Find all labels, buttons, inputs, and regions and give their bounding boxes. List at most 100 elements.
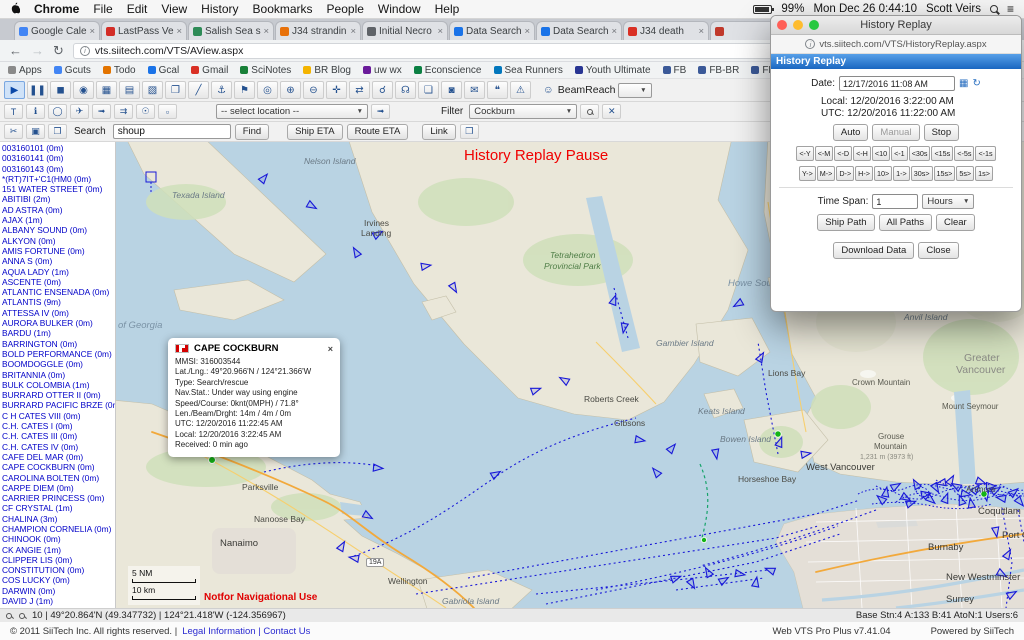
- vessel-list-item[interactable]: ASCENTE (0m): [2, 277, 115, 287]
- vessel-list-item[interactable]: C.H. CATES III (0m): [2, 431, 115, 441]
- footer-links[interactable]: Legal Information | Contact Us: [182, 626, 310, 637]
- plane-icon[interactable]: ✈: [70, 104, 89, 119]
- mail-icon[interactable]: ✉: [464, 81, 485, 99]
- vessel-list-item[interactable]: AD ASTRA (0m): [2, 205, 115, 215]
- step-back-h[interactable]: <-H: [853, 146, 871, 161]
- vessel-list-item[interactable]: ATLANTIS (9m): [2, 297, 115, 307]
- vessel-list-item[interactable]: COS LUCKY (0m): [2, 575, 115, 585]
- goto-location-icon[interactable]: ➟: [371, 104, 390, 119]
- menu-item-help[interactable]: Help: [435, 2, 460, 16]
- bell-icon[interactable]: ☊: [395, 81, 416, 99]
- calendar-icon[interactable]: ▦: [959, 78, 968, 89]
- warning-icon[interactable]: ⚠: [510, 81, 531, 99]
- cut-icon[interactable]: ✂: [4, 124, 23, 139]
- vessel-list-item[interactable]: CHAMPION CORNELIA (0m): [2, 524, 115, 534]
- menu-item-view[interactable]: View: [161, 2, 187, 16]
- vessel-list-item[interactable]: ANNA S (0m): [2, 256, 115, 266]
- vessel-list-item[interactable]: DAVID J (1m): [2, 596, 115, 606]
- replay-close[interactable]: Close: [918, 242, 958, 259]
- play-icon[interactable]: ▶: [4, 81, 25, 99]
- step-back-m[interactable]: <-M: [815, 146, 834, 161]
- vessel-list-item[interactable]: 003160143 (0m): [2, 164, 115, 174]
- step-forward-1[interactable]: 1->: [893, 166, 910, 181]
- browser-tab[interactable]: J34 strandin×: [275, 21, 361, 40]
- browser-tab[interactable]: Initial Necro×: [362, 21, 448, 40]
- bookmark-youth-ultimate[interactable]: Youth Ultimate: [575, 65, 651, 76]
- vessel-list-item[interactable]: 151 WATER STREET (0m): [2, 184, 115, 194]
- vessel-list-item[interactable]: BURRARD OTTER II (0m): [2, 390, 115, 400]
- search-input[interactable]: shoup: [113, 124, 231, 139]
- vessel-list-item[interactable]: CLIPPER LIS (0m): [2, 555, 115, 565]
- vessel-list-item[interactable]: BOLD PERFORMANCE (0m): [2, 349, 115, 359]
- vessel-list-item[interactable]: 003160101 (0m): [2, 143, 115, 153]
- replay-mode-stop[interactable]: Stop: [924, 124, 960, 141]
- browser-tab[interactable]: Data Search×: [449, 21, 535, 40]
- page-info-icon[interactable]: i: [80, 46, 90, 56]
- beamreach-select[interactable]: ▼: [618, 83, 652, 98]
- browser-tab[interactable]: LastPass Ve×: [101, 21, 187, 40]
- parallel-arrows-icon[interactable]: ⇉: [114, 104, 133, 119]
- log-icon[interactable]: ❏: [418, 81, 439, 99]
- menu-item-people[interactable]: People: [327, 2, 364, 16]
- menubar-user[interactable]: Scott Veirs: [926, 3, 981, 15]
- step-back-1s[interactable]: <-1s: [975, 146, 995, 161]
- vessel-list-item[interactable]: BURRARD PACIFIC BRZE (0m): [2, 400, 115, 410]
- vessel-list-item[interactable]: AQUA LADY (1m): [2, 267, 115, 277]
- chat-icon[interactable]: ❝: [487, 81, 508, 99]
- node-icon[interactable]: ☉: [136, 104, 155, 119]
- browser-tab[interactable]: Data Search×: [536, 21, 622, 40]
- vessel-list-item[interactable]: CAPE COCKBURN (0m): [2, 462, 115, 472]
- spotlight-search-icon[interactable]: [990, 5, 998, 13]
- circle-icon[interactable]: ◯: [48, 104, 67, 119]
- browser-tab[interactable]: Google Cale×: [14, 21, 100, 40]
- apply-filter-icon[interactable]: [580, 104, 599, 119]
- tab-close-icon[interactable]: ×: [437, 26, 443, 37]
- replay-titlebar[interactable]: History Replay: [771, 16, 1021, 35]
- route-eta-button[interactable]: Route ETA: [347, 124, 409, 140]
- info-icon[interactable]: ℹ: [26, 104, 45, 119]
- route-arrow-icon[interactable]: ➟: [92, 104, 111, 119]
- chart-icon[interactable]: ▧: [142, 81, 163, 99]
- vessel-list-item[interactable]: CARPE DIEM (0m): [2, 483, 115, 493]
- menubar-app-name[interactable]: Chrome: [34, 2, 79, 16]
- filter-select[interactable]: Cockburn ▼: [469, 104, 577, 119]
- vessel-list-item[interactable]: BARRINGTON (0m): [2, 339, 115, 349]
- apple-menu-icon[interactable]: [10, 2, 20, 16]
- vessel-list-item[interactable]: AMIS FORTUNE (0m): [2, 246, 115, 256]
- step-forward-5s[interactable]: 5s>: [956, 166, 974, 181]
- bookmark-gmail[interactable]: Gmail: [191, 65, 228, 76]
- bookmark-scinotes[interactable]: SciNotes: [240, 65, 291, 76]
- browser-tab[interactable]: Salish Sea s×: [188, 21, 274, 40]
- flag-icon[interactable]: ⚑: [234, 81, 255, 99]
- step-back-1[interactable]: <-1: [891, 146, 908, 161]
- beamreach-account[interactable]: ☺ BeamReach: [543, 84, 616, 96]
- tab-close-icon[interactable]: ×: [263, 26, 269, 37]
- stop-icon[interactable]: ◼: [50, 81, 71, 99]
- crosshair-icon[interactable]: ✛: [326, 81, 347, 99]
- tab-close-icon[interactable]: ×: [176, 26, 182, 37]
- step-forward-d[interactable]: D->: [836, 166, 854, 181]
- status-zoom-in-icon[interactable]: [6, 613, 12, 619]
- tab-close-icon[interactable]: ×: [524, 26, 530, 37]
- step-back-y[interactable]: <-Y: [796, 146, 813, 161]
- replay-page-info-icon[interactable]: i: [805, 39, 815, 49]
- menu-item-file[interactable]: File: [93, 2, 112, 16]
- vessel-list-item[interactable]: CHINOOK (0m): [2, 534, 115, 544]
- menu-item-window[interactable]: Window: [378, 2, 421, 16]
- vessel-list-item[interactable]: ABITIBI (2m): [2, 194, 115, 204]
- step-forward-1s[interactable]: 1s>: [975, 166, 993, 181]
- popup-close-icon[interactable]: ×: [328, 344, 333, 354]
- step-back-15s[interactable]: <15s: [931, 146, 953, 161]
- replay-download-data[interactable]: Download Data: [833, 242, 914, 259]
- measure-icon[interactable]: ╱: [188, 81, 209, 99]
- bookmark-gcal[interactable]: Gcal: [148, 65, 180, 76]
- new-window-icon[interactable]: ❒: [460, 124, 479, 139]
- vessel-list-item[interactable]: BRITANNIA (0m): [2, 370, 115, 380]
- bookmark-sea-runners[interactable]: Sea Runners: [494, 65, 563, 76]
- step-forward-h[interactable]: H->: [855, 166, 873, 181]
- zoom-in-icon[interactable]: ⊕: [280, 81, 301, 99]
- vessel-list-item[interactable]: CHALINA (3m): [2, 514, 115, 524]
- vessel-list-item[interactable]: AURORA BULKER (0m): [2, 318, 115, 328]
- copy-icon[interactable]: ❐: [48, 124, 67, 139]
- vessel-list-item[interactable]: BOOMDOGGLE (0m): [2, 359, 115, 369]
